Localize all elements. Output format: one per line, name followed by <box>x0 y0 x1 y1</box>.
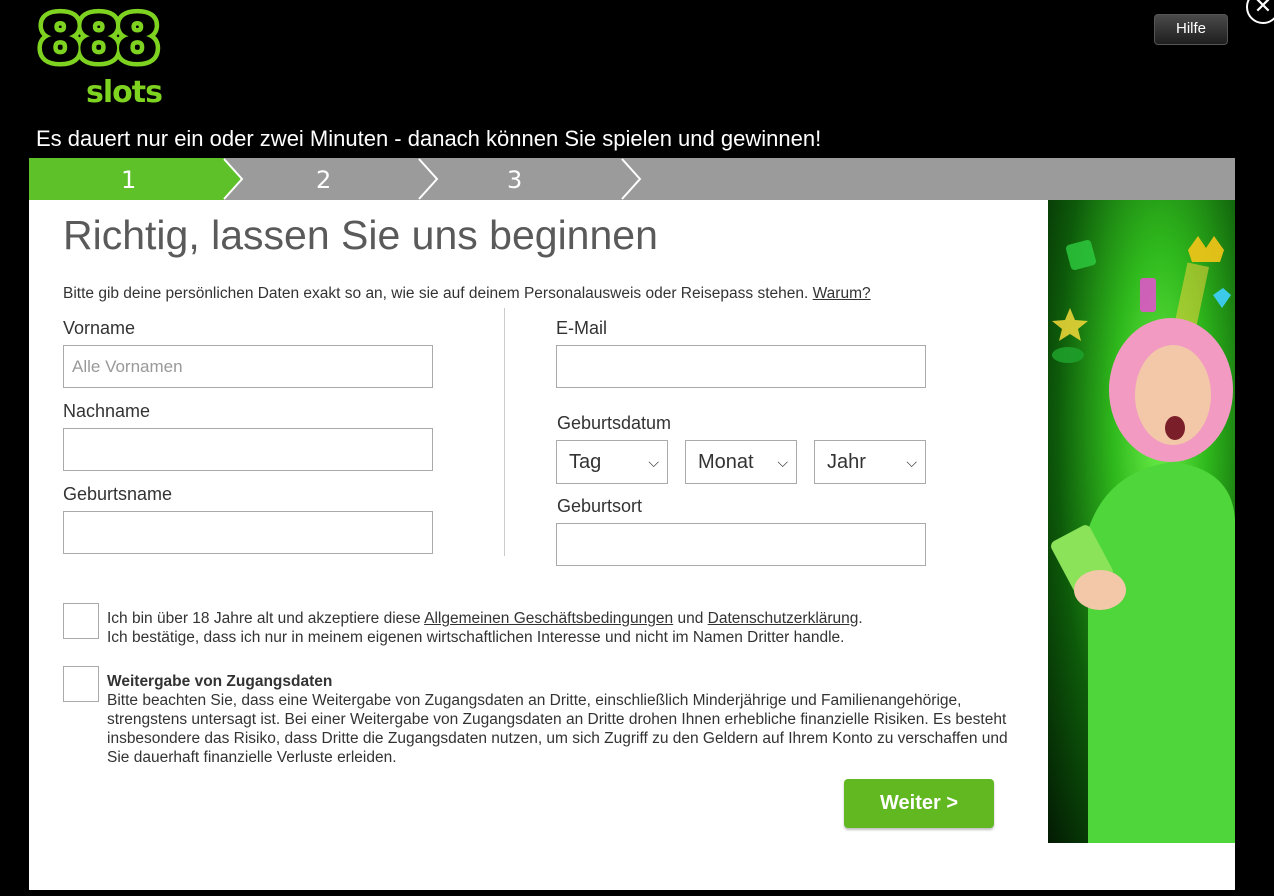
month-select-value: Monat <box>698 451 754 473</box>
stepper-graphic <box>29 158 642 200</box>
day-select[interactable]: Tag ⌵ <box>556 440 668 484</box>
day-select-value: Tag <box>569 451 602 473</box>
chevron-down-icon: ⌵ <box>648 454 659 470</box>
step-2-label: 2 <box>316 166 332 194</box>
year-select[interactable]: Jahr ⌵ <box>814 440 926 484</box>
chevron-down-icon: ⌵ <box>906 454 917 470</box>
next-button[interactable]: Weiter > <box>844 779 994 828</box>
promo-crown-icon <box>1188 236 1224 262</box>
person-mouth <box>1165 416 1185 440</box>
last-name-input[interactable] <box>63 428 433 471</box>
intro-text-body: Bitte gib deine persönlichen Daten exakt… <box>63 285 809 302</box>
credential-sharing-title: Weitergabe von Zugangsdaten <box>107 673 333 690</box>
progress-stepper: 1 2 3 <box>29 158 1235 200</box>
why-link[interactable]: Warum? <box>813 285 871 302</box>
step-1-label: 1 <box>121 166 137 194</box>
credential-sharing-checkbox[interactable] <box>63 666 99 702</box>
page-title: Richtig, lassen Sie uns beginnen <box>63 212 658 258</box>
age-terms-post: . <box>858 610 863 627</box>
terms-link[interactable]: Allgemeinen Geschäftsbedingungen <box>424 610 673 627</box>
birth-name-label: Geburtsname <box>63 484 173 504</box>
person-hand <box>1074 570 1126 610</box>
year-select-value: Jahr <box>827 451 866 473</box>
first-name-label: Vorname <box>63 318 136 338</box>
email-input[interactable] <box>556 345 926 388</box>
age-terms-pre: Ich bin über 18 Jahre alt und akzeptiere… <box>107 610 425 627</box>
promo-illustration <box>1051 236 1235 843</box>
intro-text: Bitte gib deine persönlichen Daten exakt… <box>63 285 871 303</box>
promo-star-icon <box>1052 308 1088 341</box>
chevron-down-icon: ⌵ <box>777 454 788 470</box>
registration-dialog: 888 slots Hilfe ✕ Es dauert nur ein oder… <box>0 0 1274 896</box>
logo-slots-text: slots <box>86 75 163 110</box>
promo-image <box>1048 200 1235 843</box>
person-sweater <box>1088 462 1235 843</box>
last-name-label: Nachname <box>63 401 151 421</box>
close-icon[interactable]: ✕ <box>1246 0 1274 24</box>
age-terms-checkbox[interactable] <box>63 603 99 639</box>
column-divider <box>504 308 505 556</box>
logo-888-text: 888 <box>34 3 165 77</box>
age-terms-mid: und <box>673 610 708 627</box>
help-button[interactable]: Hilfe <box>1154 14 1228 45</box>
promo-diamond-icon <box>1213 288 1231 308</box>
birth-place-label: Geburtsort <box>557 496 643 516</box>
birth-name-input[interactable] <box>63 511 433 554</box>
age-terms-text: Ich bin über 18 Jahre alt und akzeptiere… <box>107 609 1027 647</box>
tagline: Es dauert nur ein oder zwei Minuten - da… <box>36 126 822 151</box>
birth-date-label: Geburtsdatum <box>557 413 672 433</box>
age-terms-line2: Ich bestätige, dass ich nur in meinem ei… <box>107 629 845 646</box>
step-3-chevron <box>621 158 642 200</box>
promo-chip <box>1052 347 1084 363</box>
credential-sharing-body: Bitte beachten Sie, dass eine Weitergabe… <box>107 692 1008 766</box>
promo-gem-pink <box>1140 278 1156 312</box>
credential-sharing-text: Weitergabe von Zugangsdaten Bitte beacht… <box>107 672 1022 767</box>
email-label: E-Mail <box>556 318 608 338</box>
888slots-logo: 888 slots <box>34 4 168 112</box>
month-select[interactable]: Monat ⌵ <box>685 440 797 484</box>
first-name-input[interactable] <box>63 345 433 388</box>
step-3-label: 3 <box>507 166 523 194</box>
privacy-link[interactable]: Datenschutzerklärung <box>708 610 859 627</box>
promo-dice <box>1065 239 1097 271</box>
birth-place-input[interactable] <box>556 523 926 566</box>
